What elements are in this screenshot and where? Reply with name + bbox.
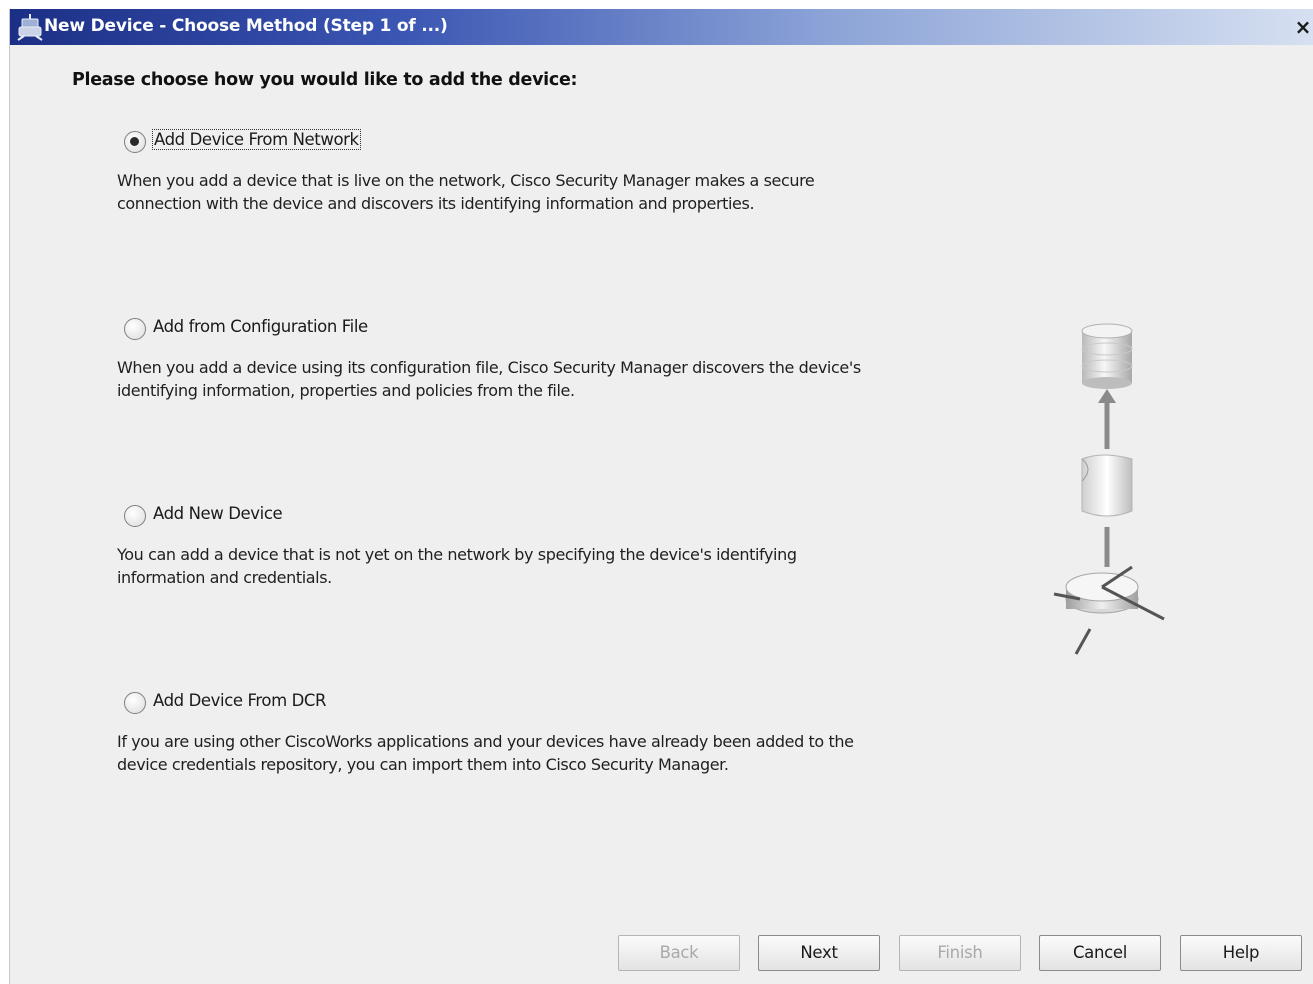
back-button[interactable]: Back	[618, 935, 740, 971]
method-illustration	[1040, 309, 1180, 669]
description-add-from-config-file: When you add a device using its configur…	[117, 358, 861, 400]
description-add-new-device: You can add a device that is not yet on …	[117, 545, 797, 587]
next-button[interactable]: Next	[758, 935, 880, 971]
help-button[interactable]: Help	[1180, 935, 1302, 971]
radio-label-add-new-device[interactable]: Add New Device	[152, 504, 283, 523]
title-bar[interactable]: New Device - Choose Method (Step 1 of ..…	[10, 9, 1313, 45]
radio-label-add-from-network[interactable]: Add Device From Network	[152, 129, 361, 150]
radio-add-from-network[interactable]	[124, 131, 146, 153]
radio-label-add-from-config-file[interactable]: Add from Configuration File	[152, 317, 369, 336]
radio-add-new-device[interactable]	[124, 505, 146, 527]
description-add-from-dcr: If you are using other CiscoWorks applic…	[117, 732, 854, 774]
window-title: New Device - Choose Method (Step 1 of ..…	[44, 16, 448, 36]
config-file-icon	[1081, 454, 1133, 517]
close-icon[interactable]: ×	[1292, 16, 1313, 38]
database-icon	[1081, 323, 1133, 389]
description-add-from-network: When you add a device that is live on th…	[117, 171, 815, 213]
cisco-device-icon	[16, 13, 44, 41]
new-device-dialog: New Device - Choose Method (Step 1 of ..…	[9, 9, 1313, 984]
cancel-button[interactable]: Cancel	[1039, 935, 1161, 971]
radio-selected-dot	[130, 137, 139, 146]
router-icon	[1053, 565, 1165, 655]
finish-button[interactable]: Finish	[899, 935, 1021, 971]
radio-add-from-config-file[interactable]	[124, 318, 146, 340]
radio-label-add-from-dcr[interactable]: Add Device From DCR	[152, 691, 327, 710]
radio-add-from-dcr[interactable]	[124, 692, 146, 714]
page-prompt: Please choose how you would like to add …	[72, 70, 578, 90]
